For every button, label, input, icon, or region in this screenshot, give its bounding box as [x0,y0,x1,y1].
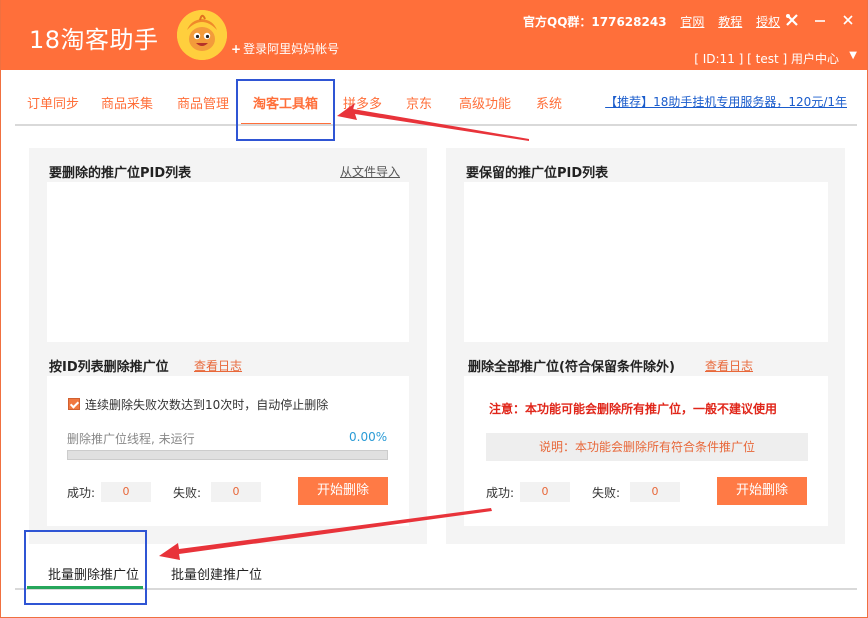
tab-product-manage[interactable]: 商品管理 [177,93,229,112]
user-center-label: [ ID:11 ] [ test ] 用户中心 [694,52,839,66]
delete-pid-textarea[interactable] [47,182,409,342]
delete-all-title: 删除全部推广位(符合保留条件除外) [468,360,675,375]
success-count: 0 [101,482,151,502]
progress-percent: 0.00% [349,430,388,444]
app-window: 18淘客助手 + 登录阿里妈妈帐号 官方QQ群：177628243 官网 教程 授… [0,0,868,618]
license-link[interactable]: 授权 [756,15,780,29]
tab-batch-create[interactable]: 批量创建推广位 [171,564,262,583]
success-label-right: 成功: [486,486,515,500]
tab-pinduoduo[interactable]: 拼多多 [343,93,382,112]
tab-product-collect[interactable]: 商品采集 [101,93,153,112]
user-center[interactable]: [ ID:11 ] [ test ] 用户中心 ▼ [694,50,857,67]
start-delete-button[interactable]: 开始删除 [298,477,388,505]
main-nav: 订单同步 商品采集 商品管理 淘客工具箱 拼多多 京东 高级功能 系统 【推荐】… [1,70,867,130]
auto-stop-checkbox[interactable] [68,398,80,410]
plus-icon: + [231,42,242,56]
import-from-file-link[interactable]: 从文件导入 [340,163,400,180]
delete-by-id-panel: 要删除的推广位PID列表 从文件导入 按ID列表删除推广位 查看日志 连续删除失… [29,148,427,544]
success-count-right: 0 [520,482,570,502]
login-alimama-link[interactable]: + 登录阿里妈妈帐号 [231,40,339,57]
tools-icon[interactable] [783,12,801,32]
view-log-link[interactable]: 查看日志 [194,357,242,374]
delete-all-panel: 要保留的推广位PID列表 删除全部推广位(符合保留条件除外) 查看日志 注意：本… [446,148,845,544]
minimize-icon[interactable] [811,12,829,32]
view-log-link-right[interactable]: 查看日志 [705,357,753,374]
login-link-label: 登录阿里妈妈帐号 [243,42,340,56]
success-label: 成功: [67,486,96,500]
keep-pid-list-title: 要保留的推广位PID列表 [466,166,609,181]
qq-group-label: 官方QQ群：177628243 [523,15,667,29]
tab-taoke-toolbox[interactable]: 淘客工具箱 [253,93,318,112]
delete-by-id-controls: 连续删除失败次数达到10次时，自动停止删除 删除推广位线程, 未运行 0.00%… [47,376,409,526]
delete-by-id-title: 按ID列表删除推广位 [49,360,169,375]
tab-advanced[interactable]: 高级功能 [459,93,511,112]
close-icon[interactable] [839,12,857,32]
start-delete-all-button[interactable]: 开始删除 [717,477,807,505]
tab-jd[interactable]: 京东 [406,93,432,112]
delete-all-controls: 注意：本功能可能会删除所有推广位，一般不建议使用 说明：本功能会删除所有符合条件… [464,376,828,526]
fail-count-right: 0 [630,482,680,502]
promo-link[interactable]: 【推荐】18助手挂机专用服务器，120元/1年 [605,93,847,110]
app-title: 18淘客助手 [29,26,159,54]
tutorial-link[interactable]: 教程 [718,15,742,29]
tab-batch-delete[interactable]: 批量删除推广位 [48,564,139,583]
official-site-link[interactable]: 官网 [680,15,704,29]
top-links: 官方QQ群：177628243 官网 教程 授权 [523,13,780,30]
fail-label-right: 失败: [592,486,621,500]
progress-label: 删除推广位线程, 未运行 [67,432,195,446]
tab-order-sync[interactable]: 订单同步 [27,93,79,112]
avatar-icon[interactable] [177,10,227,60]
delete-pid-list-title: 要删除的推广位PID列表 [49,166,192,181]
nav-divider [15,124,857,126]
tab-system[interactable]: 系统 [536,93,562,112]
fail-count: 0 [211,482,261,502]
chevron-down-icon: ▼ [849,50,857,61]
bottom-tab-active-indicator [27,586,143,589]
auto-stop-label: 连续删除失败次数达到10次时，自动停止删除 [85,398,329,412]
progress-bar [67,450,388,460]
fail-label: 失败: [173,486,202,500]
warning-text: 注意：本功能可能会删除所有推广位，一般不建议使用 [489,402,778,416]
description-box: 说明：本功能会删除所有符合条件推广位 [486,433,808,461]
keep-pid-textarea[interactable] [464,182,828,342]
title-bar: 18淘客助手 + 登录阿里妈妈帐号 官方QQ群：177628243 官网 教程 授… [1,0,867,70]
